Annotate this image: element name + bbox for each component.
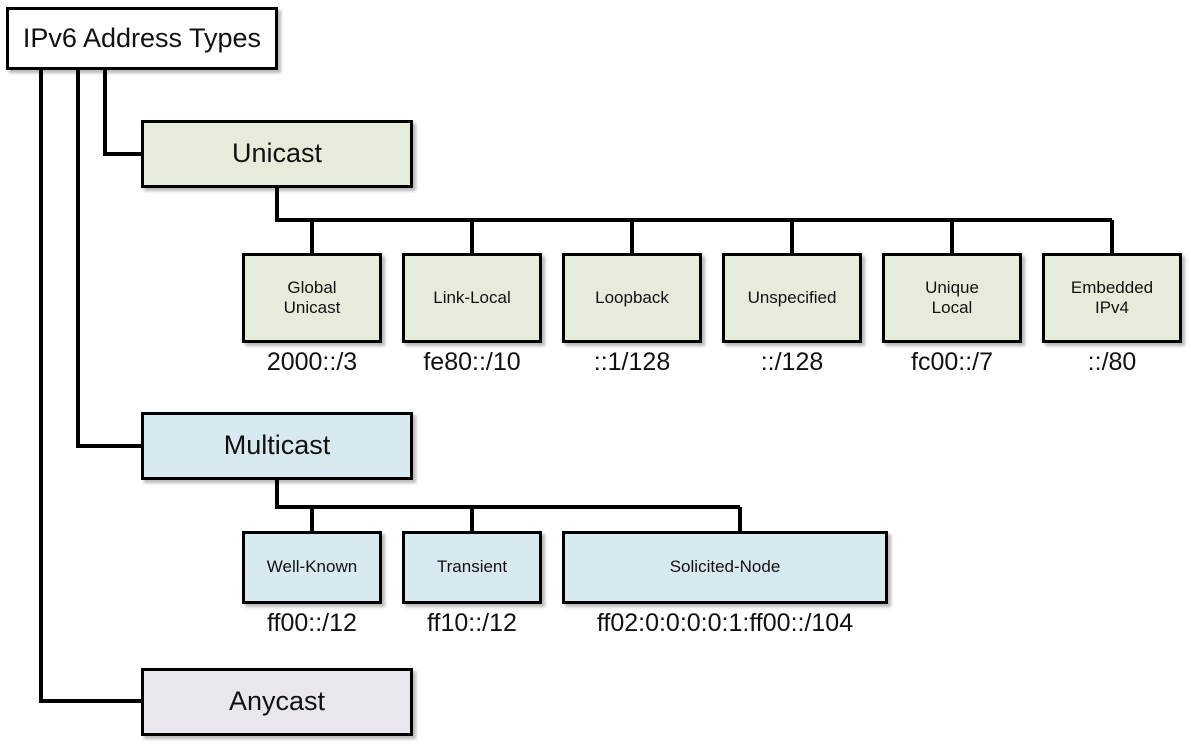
node-unspecified-label: Unspecified [747, 287, 837, 307]
node-unspecified[interactable]: Unspecified [722, 253, 862, 343]
node-multicast-label: Multicast [223, 430, 331, 461]
node-link-local-label: Link-Local [433, 287, 511, 307]
caption-well-known: ff00::/12 [267, 609, 357, 637]
connector-root-to-multicast [76, 70, 141, 448]
ipv6-address-types-diagram: IPv6 Address Types Unicast Global Unicas… [0, 0, 1191, 746]
connector-root-to-unicast [103, 70, 141, 156]
node-loopback-label: Loopback [595, 287, 669, 307]
connector-multicast-bus [275, 480, 740, 509]
node-root[interactable]: IPv6 Address Types [6, 7, 278, 70]
caption-transient: ff10::/12 [427, 609, 517, 637]
node-well-known-label: Well-Known [266, 557, 358, 577]
node-anycast-label: Anycast [228, 686, 326, 717]
node-anycast[interactable]: Anycast [141, 668, 413, 736]
node-embedded-ipv4-label: Embedded IPv4 [1070, 277, 1154, 317]
caption-global-unicast: 2000::/3 [266, 348, 358, 376]
node-unicast-label: Unicast [231, 138, 323, 169]
caption-unspecified: ::/128 [760, 348, 824, 376]
node-global-unicast-label: Global Unicast [283, 277, 341, 317]
node-global-unicast[interactable]: Global Unicast [242, 253, 382, 343]
node-unique-local-label: Unique Local [925, 277, 979, 317]
node-solicited-node[interactable]: Solicited-Node [562, 531, 888, 604]
caption-solicited-node: ff02:0:0:0:0:1:ff00::/104 [596, 609, 854, 637]
node-embedded-ipv4[interactable]: Embedded IPv4 [1042, 253, 1182, 343]
node-unique-local[interactable]: Unique Local [882, 253, 1022, 343]
caption-embedded-ipv4: ::/80 [1087, 348, 1137, 376]
node-link-local[interactable]: Link-Local [402, 253, 542, 343]
connector-root-to-anycast [39, 70, 141, 703]
caption-unique-local: fc00::/7 [911, 348, 993, 376]
node-well-known[interactable]: Well-Known [242, 531, 382, 604]
node-solicited-node-label: Solicited-Node [669, 557, 781, 577]
node-transient-label: Transient [436, 557, 508, 577]
node-root-label: IPv6 Address Types [22, 22, 262, 53]
node-loopback[interactable]: Loopback [562, 253, 702, 343]
node-unicast[interactable]: Unicast [141, 120, 413, 188]
caption-loopback: ::1/128 [593, 348, 671, 376]
node-transient[interactable]: Transient [402, 531, 542, 604]
node-multicast[interactable]: Multicast [141, 412, 413, 480]
caption-link-local: fe80::/10 [423, 348, 521, 376]
connector-unicast-bus [275, 188, 1112, 222]
